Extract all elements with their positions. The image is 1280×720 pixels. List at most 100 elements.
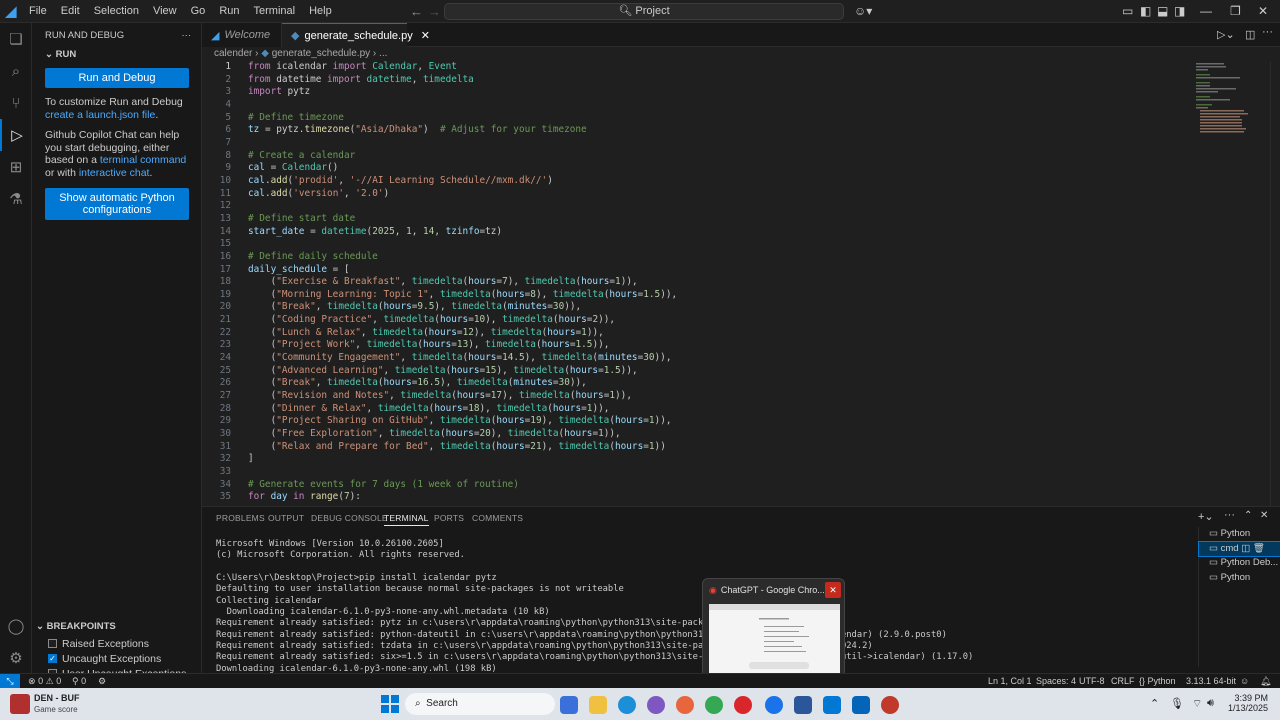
code-line[interactable]: 33	[202, 466, 1192, 479]
breakpoint-row[interactable]: Raised Exceptions	[32, 636, 202, 651]
code-line[interactable]: 2 from datetime import datetime, timedelt…	[202, 74, 1192, 87]
source-control-icon[interactable]: ⑂	[0, 87, 32, 119]
chrome-profile-icon[interactable]	[765, 696, 783, 714]
panel-tab-ports[interactable]: PORTS	[434, 513, 464, 523]
opera-icon[interactable]	[734, 696, 752, 714]
code-line[interactable]: 21 ("Coding Practice", timedelta(hours=1…	[202, 314, 1192, 327]
tab-welcome[interactable]: ◢ Welcome	[202, 23, 282, 47]
menu-view[interactable]: View	[146, 0, 184, 23]
create-launch-json-link[interactable]: create a launch.json file	[45, 109, 155, 121]
code-line[interactable]: 6 tz = pytz.timezone("Asia/Dhaka") # Adju…	[202, 124, 1192, 137]
code-line[interactable]: 25 ("Advanced Learning", timedelta(hours…	[202, 365, 1192, 378]
close-tab-icon[interactable]: ✕	[421, 29, 430, 42]
task-view-icon[interactable]	[560, 696, 578, 714]
code-line[interactable]: 34 # Generate events for 7 days (1 week o…	[202, 479, 1192, 492]
restore-icon[interactable]: ❐	[1230, 4, 1241, 18]
menu-selection[interactable]: Selection	[87, 0, 146, 23]
browser-icon[interactable]	[647, 696, 665, 714]
vscode-taskbar-icon[interactable]	[823, 696, 841, 714]
layout-icon[interactable]: ▭	[1122, 4, 1133, 18]
encoding[interactable]: UTF-8	[1079, 676, 1105, 686]
panel-tab-terminal[interactable]: TERMINAL	[384, 513, 429, 526]
run-section-header[interactable]: ⌄ RUN	[32, 47, 201, 62]
word-icon[interactable]	[794, 696, 812, 714]
toggle-secondary-sidebar-icon[interactable]: ◨	[1174, 4, 1185, 18]
run-python-file-icon[interactable]: ▷⌄	[1217, 28, 1235, 41]
breakpoint-checkbox[interactable]: ✓	[48, 654, 57, 663]
code-line[interactable]: 24 ("Community Engagement", timedelta(ho…	[202, 352, 1192, 365]
run-and-debug-button[interactable]: Run and Debug	[45, 68, 189, 88]
more-actions-icon[interactable]: ···	[182, 30, 192, 41]
command-center[interactable]: 🔍︎ Project	[444, 3, 844, 20]
breakpoint-checkbox[interactable]	[48, 639, 57, 648]
minimap[interactable]	[1192, 61, 1268, 506]
code-line[interactable]: 29 ("Project Sharing on GitHub", timedel…	[202, 415, 1192, 428]
menu-run[interactable]: Run	[212, 0, 246, 23]
windows-start-icon[interactable]	[381, 695, 399, 713]
code-line[interactable]: 19 ("Morning Learning: Topic 1", timedel…	[202, 289, 1192, 302]
explorer-icon[interactable]: ❏	[0, 23, 32, 55]
maximize-panel-icon[interactable]: ⌃	[1244, 510, 1252, 521]
taskbar-search-box[interactable]: ⌕ Search	[405, 693, 555, 715]
chrome-window-preview[interactable]: ◉ ChatGPT - Google Chro... ✕	[702, 578, 845, 679]
cursor-position[interactable]: Ln 1, Col 1	[988, 676, 1032, 686]
search-icon[interactable]: ⌕	[0, 55, 32, 87]
panel-tab-output[interactable]: OUTPUT	[268, 513, 304, 523]
code-line[interactable]: 28 ("Dinner & Relax", timedelta(hours=18…	[202, 403, 1192, 416]
code-editor[interactable]: 1 from icalendar import Calendar, Event 2 f…	[202, 61, 1192, 506]
interactive-chat-link[interactable]: interactive chat	[79, 167, 150, 179]
code-line[interactable]: 18 ("Exercise & Breakfast", timedelta(ho…	[202, 276, 1192, 289]
code-line[interactable]: 27 ("Revision and Notes", timedelta(hour…	[202, 390, 1192, 403]
app-icon[interactable]	[881, 696, 899, 714]
code-line[interactable]: 7	[202, 137, 1192, 150]
code-line[interactable]: 8 # Create a calendar	[202, 150, 1192, 163]
edge-icon[interactable]	[618, 696, 636, 714]
notifications-icon[interactable]: 🔔︎	[1260, 676, 1271, 687]
code-line[interactable]: 12	[202, 200, 1192, 213]
account-icon[interactable]: ◯	[0, 610, 32, 642]
terminal-instance[interactable]: ▭ Python	[1199, 571, 1280, 586]
code-line[interactable]: 10 cal.add('prodid', '-//AI Learning Sche…	[202, 175, 1192, 188]
breakpoint-row[interactable]: ✓ Uncaught Exceptions	[32, 651, 202, 666]
testing-icon[interactable]: ⚗	[0, 183, 32, 215]
panel-tab-debug-console[interactable]: DEBUG CONSOLE	[311, 513, 388, 523]
terminal-instance[interactable]: ▭ cmd ◫ 🗑︎	[1198, 540, 1280, 557]
language-mode[interactable]: {} Python	[1139, 676, 1176, 686]
preview-close-icon[interactable]: ✕	[825, 582, 841, 598]
tab-generate-schedule[interactable]: ◆ generate_schedule.py ✕	[282, 23, 430, 47]
problems-indicator[interactable]: ⊗ 0 ⚠ 0	[28, 676, 61, 687]
game-title[interactable]: DEN - BUF	[34, 693, 80, 703]
code-line[interactable]: 4	[202, 99, 1192, 112]
firefox-icon[interactable]	[676, 696, 694, 714]
split-trash-icon[interactable]: ◫ 🗑︎	[1239, 543, 1265, 554]
code-line[interactable]: 32]	[202, 453, 1192, 466]
menu-help[interactable]: Help	[302, 0, 339, 23]
code-line[interactable]: 31 ("Relax and Prepare for Bed", timedel…	[202, 441, 1192, 454]
menu-edit[interactable]: Edit	[54, 0, 87, 23]
copilot-icon[interactable]: ☺▾	[854, 4, 872, 18]
code-line[interactable]: 22 ("Lunch & Relax", timedelta(hours=12)…	[202, 327, 1192, 340]
copilot-status-icon[interactable]: ☺	[1240, 676, 1249, 686]
outlook-icon[interactable]	[852, 696, 870, 714]
menu-file[interactable]: File	[22, 0, 54, 23]
close-panel-icon[interactable]: ✕	[1260, 510, 1268, 521]
code-line[interactable]: 5 # Define timezone	[202, 112, 1192, 125]
code-line[interactable]: 26 ("Break", timedelta(hours=16.5), time…	[202, 377, 1192, 390]
toggle-panel-icon[interactable]: ⬓	[1157, 4, 1168, 18]
code-line[interactable]: 20 ("Break", timedelta(hours=9.5), timed…	[202, 301, 1192, 314]
code-line[interactable]: 23 ("Project Work", timedelta(hours=13),…	[202, 339, 1192, 352]
panel-more-icon[interactable]: ···	[1224, 509, 1235, 521]
breadcrumb-file[interactable]: generate_schedule.py	[272, 48, 370, 59]
minimize-icon[interactable]: —	[1200, 4, 1212, 18]
terminal-instance[interactable]: ▭ Python Deb...	[1199, 556, 1280, 571]
new-terminal-icon[interactable]: +⌄	[1198, 510, 1214, 523]
file-explorer-icon[interactable]	[589, 696, 607, 714]
chrome-taskbar-icon[interactable]	[705, 696, 723, 714]
close-window-icon[interactable]: ✕	[1258, 4, 1268, 18]
menu-terminal[interactable]: Terminal	[247, 0, 303, 23]
code-line[interactable]: 15	[202, 238, 1192, 251]
python-interpreter[interactable]: 3.13.1 64-bit	[1186, 676, 1236, 686]
breadcrumb-folder[interactable]: calender	[214, 48, 252, 59]
split-editor-icon[interactable]: ◫	[1245, 28, 1255, 41]
remote-indicator-icon[interactable]: ⤡	[0, 674, 20, 688]
